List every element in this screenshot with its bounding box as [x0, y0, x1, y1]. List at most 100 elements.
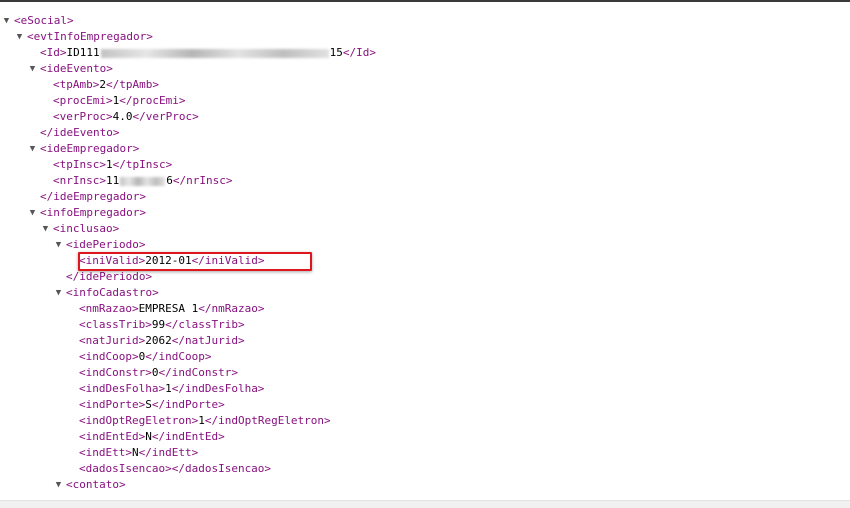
- xml-value: 4.0: [112, 110, 133, 123]
- xml-tag: </ideEvento>: [40, 126, 120, 139]
- xml-line-content: <nrInsc>11 6</nrInsc>: [53, 173, 232, 189]
- xml-line-content: <evtInfoEmpregador>: [27, 29, 153, 45]
- xml-line-content: <indConstr>0</indConstr>: [79, 365, 238, 381]
- xml-close-tag: </indOptRegEletron>: [204, 414, 331, 427]
- xml-line-content: <ideEmpregador>: [40, 141, 139, 157]
- xml-line-content: <indPorte>S</indPorte>: [79, 397, 225, 413]
- xml-open-tag: <indDesFolha>: [79, 382, 166, 395]
- xml-tag: <eSocial>: [14, 14, 74, 27]
- xml-tag: <dadosIsencao></dadosIsencao>: [79, 462, 272, 475]
- xml-open-tag: <indEntEd>: [79, 430, 146, 443]
- xml-close-tag: </indConstr>: [158, 366, 238, 379]
- xml-open-tag: <classTrib>: [79, 318, 152, 331]
- xml-line-content: <infoEmpregador>: [40, 205, 146, 221]
- xml-value-prefix: 11: [105, 174, 120, 187]
- xml-close-tag: </indEntEd>: [151, 430, 225, 443]
- xml-close-tag: </procEmi>: [119, 94, 186, 107]
- xml-open-tag: <indOptRegEletron>: [79, 414, 199, 427]
- xml-line-content: <infoCadastro>: [66, 285, 159, 301]
- xml-tag: <idePeriodo>: [66, 238, 146, 251]
- xml-open-tag: <indCoop>: [79, 350, 139, 363]
- highlight-box: [78, 252, 312, 271]
- xml-close-tag: </nmRazao>: [198, 302, 265, 315]
- xml-line-content: <indCoop>0</indCoop>: [79, 349, 211, 365]
- xml-close-tag: </Id>: [342, 46, 376, 59]
- xml-value: N: [145, 430, 152, 443]
- xml-line-content: <tpAmb>2</tpAmb>: [53, 77, 159, 93]
- xml-line-content: <Id>ID111 15</Id>: [40, 45, 376, 61]
- xml-line-content: <tpInsc>1</tpInsc>: [53, 157, 172, 173]
- xml-tag: <infoCadastro>: [66, 286, 159, 299]
- xml-line-content: </ideEvento>: [40, 125, 119, 141]
- xml-close-tag: </tpAmb>: [105, 78, 159, 91]
- triangle-down-icon[interactable]: ▼: [54, 285, 63, 301]
- xml-value: 2062: [145, 334, 172, 347]
- xml-tag: <inclusao>: [53, 222, 120, 235]
- xml-value: S: [145, 398, 152, 411]
- xml-line-content: </idePeriodo>: [66, 269, 152, 285]
- triangle-down-icon[interactable]: ▼: [28, 205, 37, 221]
- xml-open-tag: <nrInsc>: [53, 174, 106, 187]
- xml-open-tag: <indPorte>: [79, 398, 146, 411]
- triangle-down-icon[interactable]: ▼: [15, 29, 24, 45]
- xml-open-tag: <natJurid>: [79, 334, 146, 347]
- xml-tag: </ideEmpregador>: [40, 190, 146, 203]
- xml-close-tag: </indEtt>: [138, 446, 199, 459]
- xml-open-tag: <Id>: [40, 46, 67, 59]
- xml-tag: <ideEmpregador>: [40, 142, 140, 155]
- xml-close-tag: </indPorte>: [151, 398, 225, 411]
- xml-line-content: <verProc>4.0</verProc>: [53, 109, 199, 125]
- xml-open-tag: <verProc>: [53, 110, 113, 123]
- xml-line-content: <eSocial>: [14, 13, 74, 29]
- triangle-down-icon[interactable]: ▼: [28, 141, 37, 157]
- xml-open-tag: <procEmi>: [53, 94, 113, 107]
- triangle-down-icon[interactable]: ▼: [2, 13, 11, 29]
- xml-value: 1: [105, 158, 113, 171]
- xml-open-tag: <nmRazao>: [79, 302, 139, 315]
- xml-open-tag: <tpInsc>: [53, 158, 106, 171]
- xml-line-content: <ideEvento>: [40, 61, 113, 77]
- xml-close-tag: </natJurid>: [171, 334, 245, 347]
- xml-close-tag: </classTrib>: [165, 318, 245, 331]
- xml-close-tag: </tpInsc>: [112, 158, 173, 171]
- xml-line-content: <indEntEd>N</indEntEd>: [79, 429, 225, 445]
- xml-value-prefix: ID111: [66, 46, 100, 59]
- xml-value: N: [131, 446, 139, 459]
- xml-value: 2: [99, 78, 106, 91]
- xml-open-tag: <indEtt>: [79, 446, 132, 459]
- horizontal-scrollbar[interactable]: [0, 500, 850, 508]
- triangle-down-icon[interactable]: ▼: [54, 477, 63, 493]
- xml-value: EMPRESA 1: [138, 302, 199, 315]
- xml-line-content: <idePeriodo>: [66, 237, 145, 253]
- xml-line-content: <indEtt>N</indEtt>: [79, 445, 198, 461]
- xml-line-content: </ideEmpregador>: [40, 189, 146, 205]
- triangle-down-icon[interactable]: ▼: [28, 61, 37, 77]
- redacted-blur: [120, 176, 166, 186]
- xml-line-content: <classTrib>99</classTrib>: [79, 317, 245, 333]
- xml-line-content: <procEmi>1</procEmi>: [53, 93, 185, 109]
- xml-line-content: <indDesFolha>1</indDesFolha>: [79, 381, 264, 397]
- triangle-down-icon[interactable]: ▼: [54, 237, 63, 253]
- xml-close-tag: </indDesFolha>: [171, 382, 265, 395]
- redacted-blur: [100, 48, 329, 58]
- xml-value: 1: [198, 414, 205, 427]
- xml-tag: </idePeriodo>: [66, 270, 153, 283]
- xml-line-content: <natJurid>2062</natJurid>: [79, 333, 245, 349]
- xml-value-suffix: 6: [166, 174, 173, 187]
- xml-close-tag: </verProc>: [132, 110, 199, 123]
- xml-open-tag: <tpAmb>: [53, 78, 100, 91]
- xml-value-suffix: 15: [329, 46, 343, 59]
- xml-line-content: <inclusao>: [53, 221, 119, 237]
- xml-close-tag: </indCoop>: [145, 350, 212, 363]
- xml-tag: <evtInfoEmpregador>: [27, 30, 153, 43]
- xml-value: 1: [165, 382, 172, 395]
- xml-tag: <ideEvento>: [40, 62, 113, 75]
- xml-value: 99: [151, 318, 166, 331]
- triangle-down-icon[interactable]: ▼: [41, 221, 50, 237]
- xml-line-content: <indOptRegEletron>1</indOptRegEletron>: [79, 413, 331, 429]
- xml-open-tag: <indConstr>: [79, 366, 152, 379]
- xml-tag: <contato>: [66, 478, 126, 491]
- xml-line-content: <nmRazao>EMPRESA 1</nmRazao>: [79, 301, 264, 317]
- window-top-border: [0, 0, 850, 2]
- xml-close-tag: </nrInsc>: [172, 174, 233, 187]
